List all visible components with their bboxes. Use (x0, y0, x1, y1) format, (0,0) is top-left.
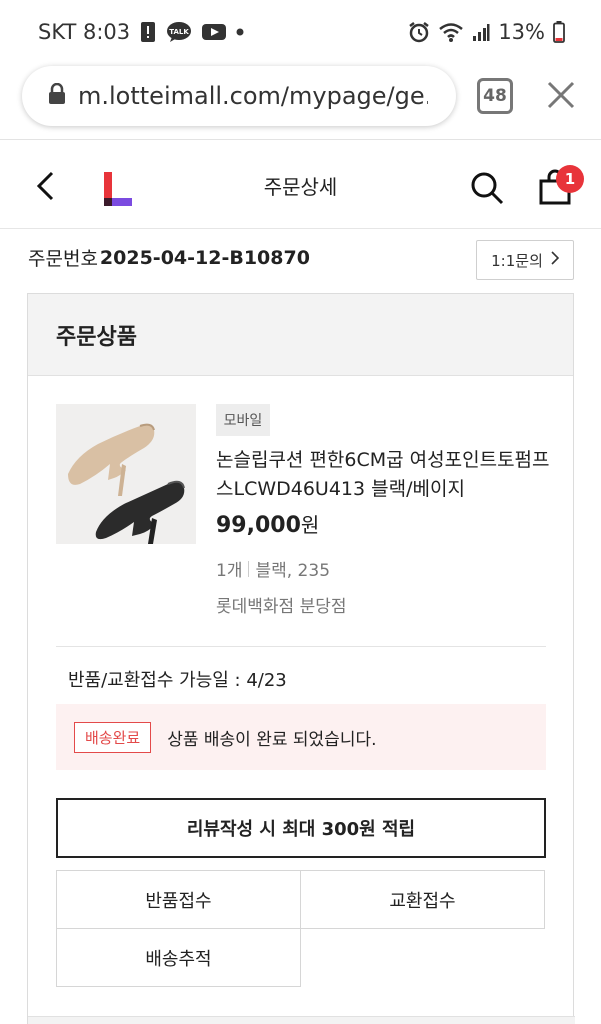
order-number-label: 주문번호 (28, 248, 98, 270)
tab-switcher-button[interactable]: 48 (477, 78, 513, 114)
youtube-icon (202, 23, 227, 41)
write-review-button[interactable]: 리뷰작성 시 최대 300원 적립 (56, 798, 546, 858)
return-exchange-date: 반품/교환접수 가능일 : 4/23 (68, 670, 287, 691)
battery-icon (553, 21, 565, 43)
section-divider (56, 646, 546, 647)
product-option: 블랙, 235 (255, 561, 331, 581)
delivery-status-box: 배송완료 상품 배송이 완료 되었습니다. (56, 704, 546, 770)
product-options: 1개 블랙, 235 (216, 556, 330, 581)
order-actions-grid: 반품접수 교환접수 배송추적 (56, 870, 546, 988)
inquiry-button[interactable]: 1:1문의 (476, 240, 574, 280)
card-title: 주문상품 (28, 294, 573, 376)
card-bottom-strip (28, 1016, 575, 1024)
channel-tag: 모바일 (216, 404, 270, 436)
product-price: 99,000원 (216, 509, 319, 538)
option-divider (248, 560, 250, 577)
page-header: 주문상세 (0, 141, 601, 229)
order-number-row: 주문번호 2025-04-12-B10870 (28, 244, 310, 271)
notification-alert-icon (140, 21, 156, 43)
order-product-card: 주문상품 모바일 논슬립쿠션 편한6CM굽 여성포인트토펌프스LCWD46U41… (27, 293, 575, 1024)
talk-chat-icon: TALK (166, 21, 192, 43)
browser-url-bar: m.lotteimall.com/mypage/ge... 48 (0, 64, 601, 140)
wifi-icon (438, 21, 464, 43)
cart-count-badge: 1 (556, 165, 584, 193)
product-quantity: 1개 (216, 561, 243, 581)
alarm-icon (408, 21, 430, 43)
status-message: 상품 배송이 완료 되었습니다. (167, 729, 377, 750)
status-time: SKT 8:03 (38, 20, 131, 44)
status-badge: 배송완료 (74, 721, 152, 753)
product-image[interactable] (56, 404, 196, 544)
battery-percent: 13% (498, 20, 545, 44)
close-tab-icon[interactable] (544, 78, 578, 112)
product-store: 롯데백화점 분당점 (216, 597, 347, 617)
return-request-button[interactable]: 반품접수 (56, 870, 301, 929)
search-icon[interactable] (470, 171, 504, 205)
price-currency: 원 (300, 513, 320, 537)
signal-icon (472, 22, 490, 42)
exchange-request-button[interactable]: 교환접수 (300, 870, 545, 929)
status-bar: SKT 8:03 TALK 13% (0, 0, 601, 64)
delivery-tracking-button[interactable]: 배송추적 (56, 928, 301, 987)
product-name[interactable]: 논슬립쿠션 편한6CM굽 여성포인트토펌프스LCWD46U413 블랙/베이지 (216, 446, 556, 504)
more-notifications-dot-icon (236, 28, 244, 36)
url-text: m.lotteimall.com/mypage/ge... (78, 82, 428, 110)
page-title: 주문상세 (263, 175, 338, 199)
lock-icon (48, 82, 66, 109)
svg-text:TALK: TALK (169, 28, 189, 36)
chevron-right-icon (551, 251, 560, 269)
price-value: 99,000 (216, 513, 301, 538)
inquiry-button-label: 1:1문의 (491, 251, 543, 270)
address-field[interactable]: m.lotteimall.com/mypage/ge... (22, 66, 456, 126)
order-number: 2025-04-12-B10870 (99, 246, 310, 269)
